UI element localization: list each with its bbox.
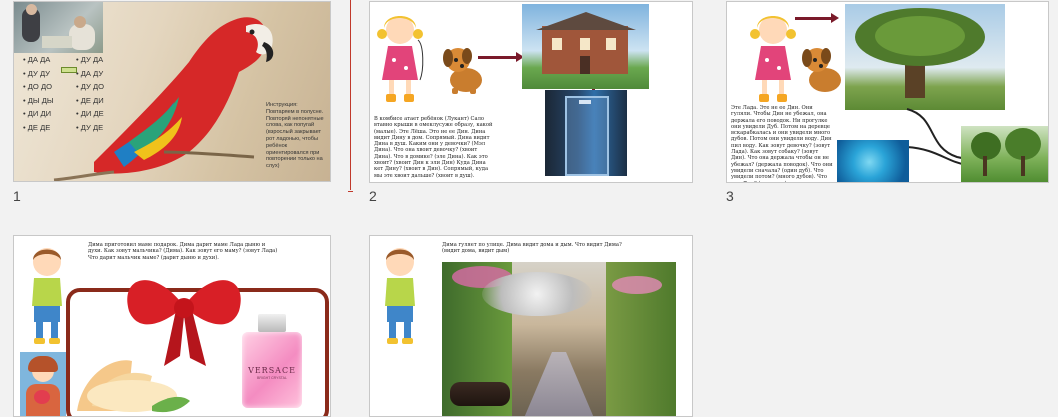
- syllable: ДЕ ДЕ: [23, 121, 54, 135]
- story-text: Дима гуляет по улице. Дима видит дома и …: [442, 242, 622, 255]
- park-trees-photo: [961, 126, 1048, 182]
- boy-illustration: [385, 248, 415, 344]
- syllable: ДУ ДЕ: [76, 121, 104, 135]
- syllable: ДИ ДЕ: [76, 107, 104, 121]
- arrow-head: [831, 13, 839, 23]
- arrow-right-icon: [478, 56, 518, 59]
- slide-number-2: 2: [369, 188, 377, 204]
- log-image: [450, 382, 510, 406]
- house-photo: [522, 4, 649, 89]
- syllable: ДА ДА: [23, 53, 54, 67]
- arrow-icon: [61, 67, 77, 73]
- syllable: ДУ ДО: [76, 80, 104, 94]
- girl-illustration: [377, 16, 424, 102]
- slide-thumbnail-3[interactable]: Эте Лада. Эте не ее Дин. Они гуляли. Что…: [726, 1, 1049, 183]
- slide-thumbnail-2[interactable]: В комбисе атает ребёнок (Лукант) Сало вт…: [369, 1, 693, 183]
- boy-illustration: [32, 248, 62, 344]
- water-photo: [837, 140, 909, 182]
- slide-thumbnail-4[interactable]: VERSACE BRIGHT CRYSTAL Дима приготовил м…: [13, 235, 331, 417]
- story-text: Дима приготовил маме подарок. Дима дарит…: [88, 242, 278, 261]
- slide-number-1: 1: [13, 188, 21, 204]
- story-text: Эте Лада. Эте не ее Дин. Они гуляли. Что…: [731, 105, 833, 182]
- syllable: ДО ДО: [23, 80, 54, 94]
- mother-illustration: [20, 352, 66, 416]
- perfume-sub: BRIGHT CRYSTAL: [257, 376, 287, 380]
- girl-illustration: [750, 16, 796, 102]
- melon-illustration: [77, 360, 190, 413]
- syllable: ДУ ДУ: [23, 67, 54, 81]
- syllable: ДА ДУ: [76, 67, 104, 81]
- slide-number-3: 3: [726, 188, 734, 204]
- slide-thumbnail-5[interactable]: Дима гуляет по улице. Дима видит дома и …: [369, 235, 693, 417]
- perfume-bottle: VERSACE BRIGHT CRYSTAL: [242, 314, 302, 408]
- syllable: ДЕ ДИ: [76, 94, 104, 108]
- syllables-right: ДУ ДА ДА ДУ ДУ ДО ДЕ ДИ ДИ ДЕ ДУ ДЕ: [76, 53, 104, 135]
- insertion-marker: [348, 0, 353, 192]
- dog-illustration: [802, 48, 841, 92]
- perfume-cap: [258, 314, 286, 332]
- syllable: ДИ ДИ: [23, 107, 54, 121]
- syllables-left: ДА ДА ДУ ДУ ДО ДО ДЫ ДЫ ДИ ДИ ДЕ ДЕ: [23, 53, 54, 135]
- syllable: ДЫ ДЫ: [23, 94, 54, 108]
- instruction-text: Инструкция: Повтаряем в полусне. Повторя…: [266, 102, 324, 170]
- smoke-cloud: [482, 272, 592, 316]
- therapist-photo: [14, 2, 103, 53]
- oak-tree-photo: [845, 4, 1005, 110]
- arrow-right-icon: [795, 17, 833, 20]
- slide-thumbnail-1[interactable]: ДА ДА ДУ ДУ ДО ДО ДЫ ДЫ ДИ ДИ ДЕ ДЕ ДУ Д…: [13, 1, 331, 182]
- syllable: ДУ ДА: [76, 53, 104, 67]
- dog-illustration: [443, 48, 482, 94]
- shower-photo: [545, 90, 627, 176]
- street-photo: [442, 262, 676, 416]
- story-text: В комбисе атает ребёнок (Лукант) Сало вт…: [374, 116, 493, 179]
- perfume-brand: VERSACE: [248, 366, 296, 375]
